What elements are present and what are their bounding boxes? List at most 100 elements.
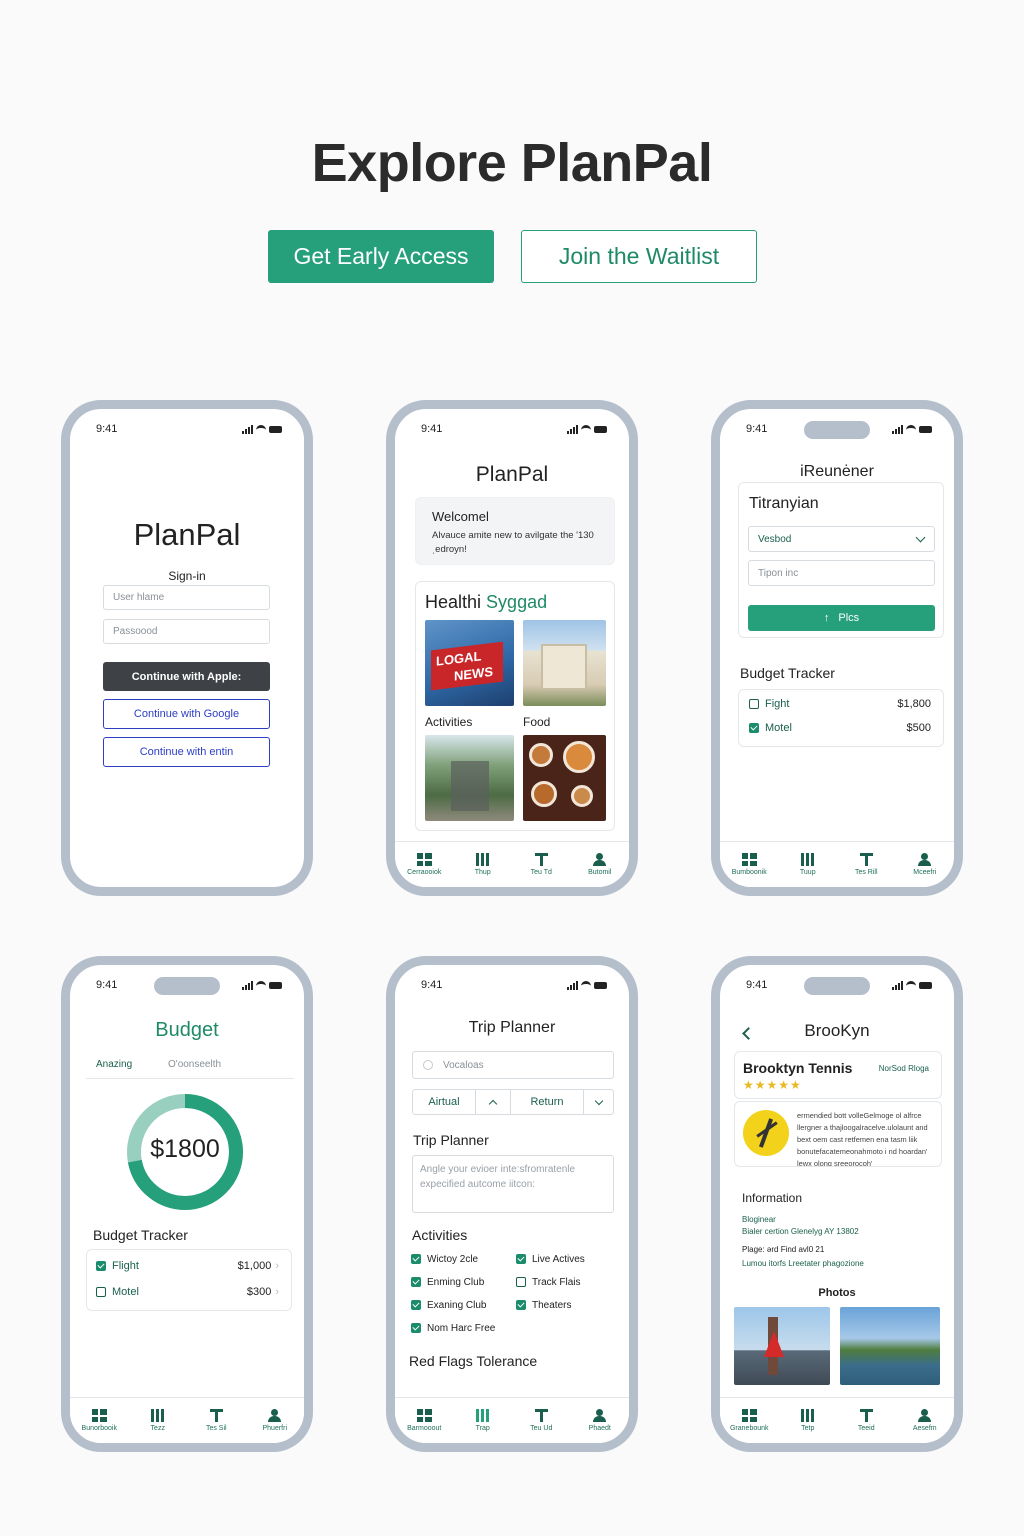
- activities-building: [451, 761, 489, 811]
- trip-section-title: Trip Planner: [413, 1132, 489, 1148]
- budget-item-amount: $1,800: [897, 698, 931, 710]
- status-time: 9:41: [421, 979, 443, 991]
- budget-row-motel[interactable]: Motel $300 ›: [96, 1286, 279, 1298]
- tab-home[interactable]: Bumboonik: [724, 853, 774, 876]
- tab-other[interactable]: O'oonseelth: [168, 1059, 221, 1070]
- password-input[interactable]: Passoood: [103, 619, 270, 644]
- tab-trips[interactable]: Tetp: [783, 1409, 833, 1432]
- budget-row-motel[interactable]: Motel $500: [749, 722, 931, 734]
- submit-button[interactable]: ↑ Plcs: [748, 605, 935, 631]
- activity-label: Track Flais: [532, 1277, 581, 1288]
- activity-left-1[interactable]: Enming Club: [411, 1277, 484, 1288]
- join-waitlist-button[interactable]: Join the Waitlist: [521, 230, 757, 283]
- tab-profile[interactable]: Butomil: [575, 853, 625, 876]
- filter-icon: [209, 1409, 223, 1422]
- section-title-a: Healthi: [425, 592, 482, 612]
- check-icon: [749, 723, 759, 734]
- search-input[interactable]: Vocaloas: [412, 1051, 614, 1079]
- tab-label: Teu Ud: [530, 1425, 553, 1432]
- tab-profile[interactable]: Aesefm: [900, 1409, 950, 1432]
- tab-home[interactable]: Barmooout: [399, 1409, 449, 1432]
- segment-dropdown[interactable]: [583, 1090, 613, 1114]
- budget-item-label: Motel: [112, 1286, 139, 1298]
- tab-label: Butomil: [588, 869, 612, 876]
- tab-home[interactable]: Bunorbooik: [74, 1409, 124, 1432]
- form-card-title: Titranyian: [749, 495, 819, 512]
- segment-airtual[interactable]: Airtual: [413, 1090, 475, 1114]
- activity-right-0[interactable]: Live Actives: [516, 1254, 585, 1265]
- activities-title: Activities: [412, 1227, 468, 1243]
- tab-home[interactable]: Granebounk: [724, 1409, 774, 1432]
- status-time: 9:41: [746, 979, 768, 991]
- tab-label: Thup: [474, 869, 491, 876]
- continue-other-button[interactable]: Continue with entin: [103, 737, 270, 767]
- food-bowl-2: [563, 741, 595, 773]
- tab-profile[interactable]: Phuerfri: [250, 1409, 300, 1432]
- tab-amazing[interactable]: Anazing: [96, 1059, 132, 1070]
- tab-label: Bumboonik: [731, 869, 767, 876]
- tab-profile[interactable]: Phaedt: [575, 1409, 625, 1432]
- wifi-icon: [256, 981, 266, 989]
- get-early-access-button[interactable]: Get Early Access: [268, 230, 494, 283]
- activity-right-1[interactable]: Track Flais: [516, 1277, 581, 1288]
- activity-left-0[interactable]: Wictoy 2cle: [411, 1254, 478, 1265]
- trip-textarea[interactable]: Angle your evioer inte:sfromratenle expe…: [412, 1155, 614, 1213]
- news-photo[interactable]: LOGAL NEWS: [425, 620, 514, 706]
- tab-trips[interactable]: Trap: [458, 1409, 508, 1432]
- tab-profile[interactable]: Mceefri: [900, 853, 950, 876]
- tab-filter[interactable]: Teu Ud: [516, 1409, 566, 1432]
- continue-apple-button[interactable]: Continue with Apple:: [103, 662, 270, 691]
- segment-return[interactable]: Return: [511, 1090, 583, 1114]
- text-input[interactable]: Tipon inc: [748, 560, 935, 586]
- red-flags-title: Red Flags Tolerance: [409, 1353, 538, 1369]
- budget-row-flight[interactable]: Flight $1,000 ›: [96, 1260, 279, 1272]
- status-bar: 9:41: [421, 421, 607, 437]
- budget-row-flight[interactable]: Fight $1,800: [749, 698, 931, 710]
- segment-swap[interactable]: [475, 1090, 511, 1114]
- phone-planner-form: 9:41 iReunėner Titranyian Vesbod Tipon i…: [711, 400, 963, 896]
- activity-left-2[interactable]: Exaning Club: [411, 1300, 486, 1311]
- building-photo[interactable]: [523, 620, 606, 706]
- status-bar: 9:41: [421, 977, 607, 993]
- phone-home: 9:41 PlanPal Welcomel Alvauce amite new …: [386, 400, 638, 896]
- activity-right-2[interactable]: Theaters: [516, 1300, 571, 1311]
- check-icon: [516, 1254, 526, 1265]
- battery-icon: [594, 981, 607, 989]
- bridge-photo[interactable]: [734, 1307, 830, 1385]
- venue-description: ermendied bott volleGelmoge ol alfrce ll…: [797, 1111, 928, 1166]
- tab-filter[interactable]: Teu Td: [516, 853, 566, 876]
- tab-filter[interactable]: Teeid: [841, 1409, 891, 1432]
- park-photo[interactable]: [840, 1307, 940, 1385]
- venue-header-card: Brooktyn Tennis NorSod Rloga ★★★★★: [734, 1051, 942, 1099]
- tab-home[interactable]: Cerraooiok: [399, 853, 449, 876]
- chevron-up-icon: [488, 1099, 498, 1109]
- tab-filter[interactable]: Tes Sil: [191, 1409, 241, 1432]
- tab-trips[interactable]: Thup: [458, 853, 508, 876]
- tab-trips[interactable]: Tuup: [783, 853, 833, 876]
- select-field[interactable]: Vesbod: [748, 526, 935, 552]
- tab-trips[interactable]: Tezz: [133, 1409, 183, 1432]
- status-bar: 9:41: [96, 421, 282, 437]
- tab-label: Tuup: [799, 869, 816, 876]
- grid-icon: [741, 853, 757, 866]
- activities-photo[interactable]: [425, 735, 514, 821]
- tab-bar: Cerraooiok Thup Teu Td Butomil: [395, 841, 629, 887]
- check-icon: [411, 1254, 421, 1265]
- chevron-down-icon: [915, 532, 926, 543]
- user-icon: [593, 1409, 607, 1422]
- check-icon: [411, 1300, 421, 1311]
- filter-icon: [859, 1409, 873, 1422]
- username-input[interactable]: User hlame: [103, 585, 270, 610]
- activity-label: Exaning Club: [427, 1300, 487, 1311]
- activity-left-3[interactable]: Nom Harc Free: [411, 1323, 495, 1334]
- tab-label: Tetp: [801, 1425, 815, 1432]
- user-icon: [918, 1409, 932, 1422]
- tab-label: Barmooout: [407, 1425, 442, 1432]
- segment-tabs: Anazing O'oonseelth: [86, 1051, 294, 1079]
- select-value: Vesbod: [758, 533, 792, 545]
- tab-filter[interactable]: Tes Rill: [841, 853, 891, 876]
- continue-google-button[interactable]: Continue with Google: [103, 699, 270, 729]
- food-photo[interactable]: [523, 735, 606, 821]
- wifi-icon: [581, 981, 591, 989]
- page-title: Explore PlanPal: [311, 133, 713, 193]
